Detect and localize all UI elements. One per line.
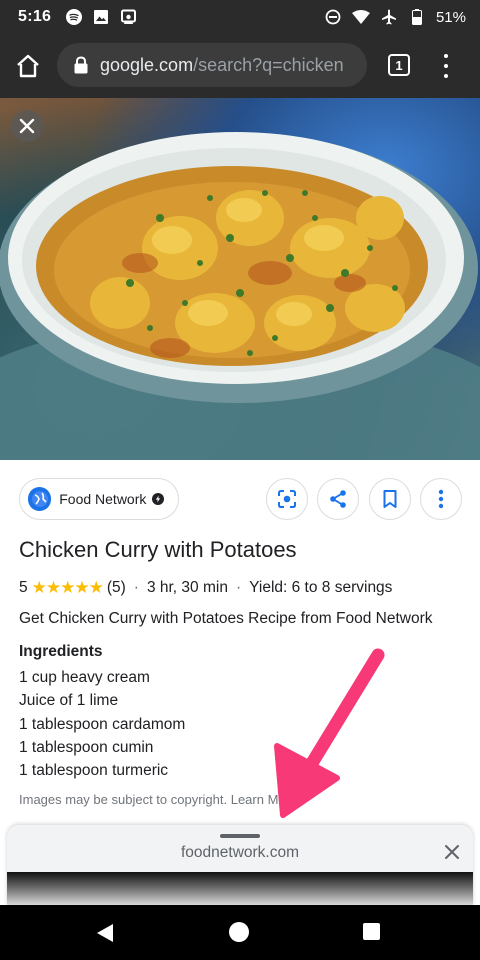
meta-separator: · bbox=[133, 579, 139, 596]
preview-content bbox=[7, 872, 473, 905]
ingredients-list: 1 cup heavy cream Juice of 1 lime 1 tabl… bbox=[19, 666, 185, 782]
ingredient-item: 1 tablespoon turmeric bbox=[19, 762, 169, 780]
tab-switcher-button[interactable]: 1 bbox=[388, 54, 410, 76]
spotify-icon bbox=[65, 8, 83, 26]
battery-icon bbox=[408, 8, 426, 26]
share-button[interactable] bbox=[317, 478, 359, 520]
ingredients-heading: Ingredients bbox=[19, 643, 103, 660]
recipe-title: Chicken Curry with Potatoes bbox=[19, 537, 297, 562]
amp-lightning-icon bbox=[152, 493, 164, 505]
url-path: /search?q=chicken bbox=[193, 54, 344, 75]
source-name: Food Network bbox=[59, 491, 147, 507]
preview-domain: foodnetwork.com bbox=[180, 844, 300, 861]
status-bar: 5:16 51% bbox=[0, 0, 480, 34]
close-image-button[interactable] bbox=[11, 110, 43, 142]
home-button[interactable] bbox=[14, 52, 42, 80]
home-nav-button[interactable] bbox=[229, 922, 249, 942]
image-icon bbox=[92, 8, 110, 26]
status-time: 5:16 bbox=[18, 8, 52, 25]
google-lens-icon bbox=[278, 490, 296, 508]
save-button[interactable] bbox=[369, 478, 411, 520]
url-text: google.com/search?q=chicken bbox=[100, 55, 344, 76]
recipe-description: Get Chicken Curry with Potatoes Recipe f… bbox=[19, 610, 433, 627]
close-sheet-button[interactable] bbox=[443, 843, 461, 861]
meta-separator: · bbox=[235, 579, 242, 596]
ingredient-item: 1 cup heavy cream bbox=[19, 669, 150, 686]
system-nav-bar bbox=[0, 905, 480, 960]
overflow-menu-button[interactable] bbox=[436, 54, 456, 78]
menu-dot-icon bbox=[444, 54, 448, 58]
rating-value: 5 bbox=[19, 579, 28, 596]
url-bar[interactable]: google.com/search?q=chicken bbox=[57, 43, 367, 87]
ingredient-item: 1 tablespoon cardamom bbox=[19, 715, 186, 733]
browser-toolbar: google.com/search?q=chicken 1 bbox=[0, 34, 480, 98]
url-host: google.com bbox=[100, 54, 194, 75]
cast-icon bbox=[119, 8, 137, 26]
source-row: Food Network bbox=[19, 478, 469, 522]
battery-percent: 51% bbox=[435, 8, 466, 26]
share-icon bbox=[330, 490, 346, 508]
ingredient-item: 1 tablespoon cumin bbox=[19, 738, 154, 756]
airplane-icon bbox=[380, 8, 398, 26]
bookmark-icon bbox=[383, 490, 397, 508]
recipe-yield: Yield: 6 to 8 servings bbox=[249, 579, 393, 596]
do-not-disturb-icon bbox=[324, 8, 342, 26]
more-vert-icon bbox=[438, 489, 444, 509]
back-button[interactable] bbox=[96, 923, 114, 943]
close-icon bbox=[19, 118, 35, 134]
home-icon bbox=[17, 54, 39, 78]
recipe-image[interactable] bbox=[0, 98, 480, 460]
page-preview-sheet[interactable]: foodnetwork.com bbox=[7, 825, 473, 905]
lock-icon bbox=[74, 56, 90, 74]
menu-dot-icon bbox=[444, 74, 448, 78]
more-options-button[interactable] bbox=[420, 478, 462, 520]
rating-stars: ★★★★★ bbox=[31, 578, 104, 597]
lens-button[interactable] bbox=[266, 478, 308, 520]
review-count: (5) bbox=[106, 579, 126, 596]
copyright-notice[interactable]: Images may be subject to copyright. Lear… bbox=[19, 792, 297, 807]
globe-icon bbox=[28, 487, 52, 511]
menu-dot-icon bbox=[444, 64, 448, 68]
ingredient-item: Juice of 1 lime bbox=[19, 692, 119, 710]
wifi-icon bbox=[351, 8, 370, 26]
source-chip[interactable]: Food Network bbox=[19, 478, 179, 520]
recipe-meta: 5 ★★★★★ (5) · 3 hr, 30 min · Yield: 6 to… bbox=[19, 578, 392, 598]
curry-bowl-illustration bbox=[0, 132, 480, 460]
cook-time: 3 hr, 30 min bbox=[146, 579, 228, 596]
recents-button[interactable] bbox=[363, 923, 380, 940]
drag-handle[interactable] bbox=[220, 834, 260, 838]
